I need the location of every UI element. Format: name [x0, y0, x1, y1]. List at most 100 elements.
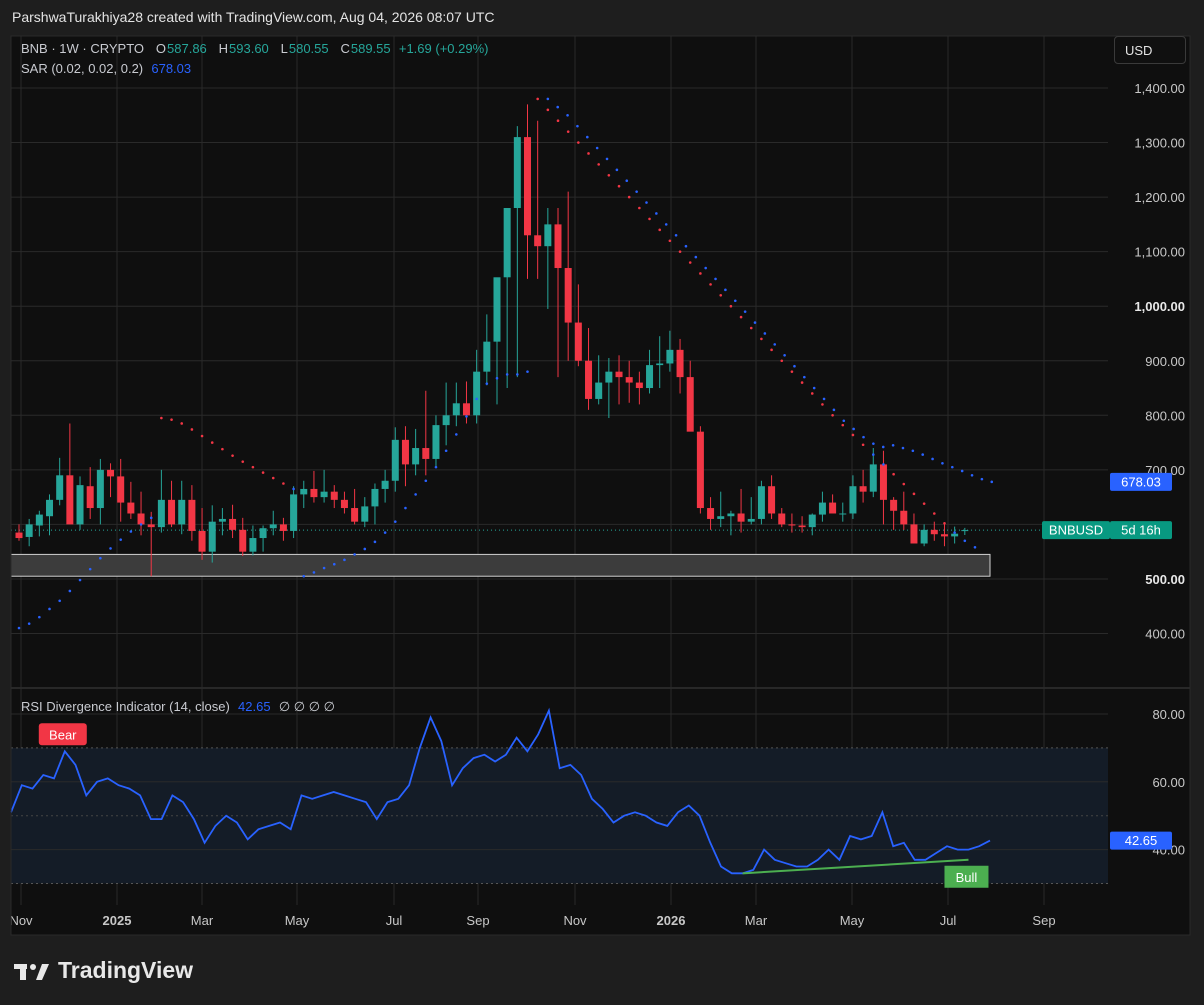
sar-dot	[912, 492, 916, 496]
candle-body	[96, 469, 104, 509]
sar-dot	[872, 442, 875, 445]
sar-dot	[556, 105, 560, 109]
sar-legend: SAR (0.02, 0.02, 0.2) 678.03	[21, 61, 192, 76]
candle-body	[605, 371, 613, 383]
sar-dot	[729, 304, 733, 308]
bnbusd-tag-label: BNBUSD	[1049, 523, 1103, 538]
sar-price-tag: 678.03	[1110, 472, 1172, 491]
candle-body	[788, 524, 796, 526]
sar-dot	[922, 502, 926, 505]
y-tick-label: 1,400.00	[1134, 81, 1185, 96]
chart-canvas[interactable]: Nov 2025 Mar May Jul Sep Nov 2026 Mar May Jul Sep 1,…	[0, 0, 1204, 1005]
candle-body	[168, 499, 176, 525]
sar-dot	[353, 553, 356, 556]
candle-body	[859, 486, 867, 492]
close-value: 589.55	[350, 41, 391, 56]
x-tick-label: Mar	[745, 913, 768, 928]
candle-body	[676, 349, 684, 378]
sar-dot	[607, 173, 611, 177]
sar-dot	[455, 433, 458, 436]
sar-dot	[933, 512, 936, 515]
tradingview-icon	[14, 961, 50, 981]
candle-body	[707, 508, 715, 519]
candle-body	[513, 137, 521, 209]
candle-body	[381, 480, 389, 489]
x-tick-label: Sep	[466, 913, 489, 928]
candle-body	[208, 521, 216, 552]
sar-dot	[684, 244, 688, 248]
sar-dot	[343, 558, 346, 562]
sar-dot	[241, 460, 245, 463]
candle-body	[900, 510, 908, 525]
sar-dot	[753, 321, 757, 324]
candle-body	[951, 533, 959, 537]
sar-dot	[832, 408, 836, 412]
candle-body	[920, 529, 928, 544]
sar-dot	[363, 547, 367, 551]
candle-body	[86, 486, 94, 509]
y-tick-label: 400.00	[1145, 627, 1185, 642]
sar-dot	[921, 453, 925, 456]
y-tick-label: 800.00	[1145, 408, 1185, 423]
sar-dot	[749, 326, 753, 330]
currency-button[interactable]: USD	[1114, 36, 1186, 64]
sar-dot	[231, 454, 234, 457]
candle-body	[808, 514, 816, 528]
sar-dot	[881, 445, 885, 449]
sar-dot	[990, 480, 994, 484]
candle-body	[137, 513, 145, 525]
countdown-tag-label: 5d 16h	[1121, 523, 1161, 538]
sar-dot	[38, 615, 41, 619]
open-value: 587.86	[167, 41, 207, 56]
candle-body	[727, 513, 735, 517]
sar-dot	[841, 423, 845, 427]
sar-dot	[963, 539, 967, 543]
sar-dot	[597, 163, 600, 166]
sar-dot	[862, 435, 865, 439]
sar-dot	[970, 474, 974, 477]
bear-label: Bear	[49, 727, 77, 742]
symbol-label: BNB · 1W · CRYPTO	[21, 41, 145, 56]
candle-body	[849, 486, 857, 514]
close-label: C	[340, 41, 350, 56]
sar-dot	[694, 255, 698, 259]
sar-dot	[704, 266, 707, 270]
sar-dot	[821, 403, 824, 406]
sar-dot	[536, 97, 539, 101]
sar-dot	[292, 487, 295, 491]
sar-dot	[485, 382, 489, 385]
sar-dot	[951, 465, 954, 469]
sar-dot	[556, 119, 560, 123]
candle-body	[320, 491, 328, 498]
candle-body	[198, 530, 206, 552]
sar-dot	[931, 457, 934, 461]
candle-body	[157, 499, 165, 528]
rsi-value: 42.65	[238, 699, 271, 714]
low-label: L	[280, 41, 288, 56]
sar-dot	[635, 190, 638, 193]
candle-body	[178, 499, 186, 525]
sar-dot	[719, 293, 723, 297]
candle-body	[696, 431, 704, 509]
sar-dot	[627, 195, 631, 199]
sar-dot	[68, 589, 72, 593]
sar-dot	[160, 416, 163, 420]
sar-dot	[625, 179, 629, 183]
x-tick-label: Jul	[386, 913, 403, 928]
sar-dot	[678, 250, 682, 253]
sar-dot	[655, 212, 658, 215]
high-value: 593.60	[229, 41, 269, 56]
y-tick-label: 500.00	[1145, 572, 1185, 587]
candle-body	[493, 277, 501, 342]
open-label: O	[155, 41, 167, 56]
sar-dot	[566, 113, 569, 117]
rsi-value-tag-label: 42.65	[1125, 833, 1158, 848]
sar-dot	[724, 288, 727, 292]
sar-dot	[605, 157, 609, 161]
candle-body	[290, 494, 298, 531]
sar-dot	[810, 392, 814, 395]
sar-dot	[465, 415, 468, 418]
candle-body	[229, 518, 237, 530]
bull-label: Bull	[956, 870, 978, 885]
sar-dot	[576, 124, 579, 128]
